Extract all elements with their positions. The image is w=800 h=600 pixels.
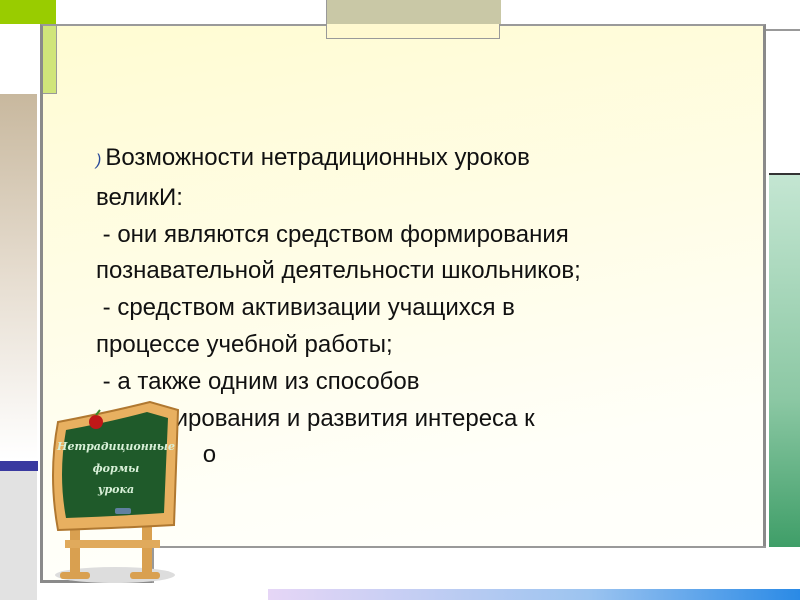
apple-icon	[89, 415, 103, 429]
top-khaki-strip	[326, 24, 500, 39]
board-text: Нетрадиционные	[56, 440, 175, 453]
bottom-gradient-bar	[268, 589, 800, 600]
right-green-bar	[769, 173, 800, 547]
text-line: процессе учебной работы;	[96, 330, 393, 358]
eraser-icon	[115, 508, 131, 514]
bullet-icon: )	[96, 152, 102, 169]
left-green-strip	[43, 26, 57, 94]
top-green-block	[0, 0, 56, 24]
text-line: ) Возможности нетрадиционных уроков	[96, 144, 530, 171]
board-text: формы	[93, 462, 140, 475]
top-khaki-block	[326, 0, 501, 24]
text-line: - они являются средством формирования	[96, 220, 569, 248]
bottom-inner-box	[152, 546, 766, 583]
text-line: - а также одним из способов	[96, 367, 420, 395]
slide-body-text: ) Возможности нетрадиционных уроков великИ…	[96, 140, 756, 474]
right-divider	[766, 29, 800, 31]
text-line: познавательной деятельности школьников;	[96, 257, 581, 285]
text-line: великИ:	[96, 183, 183, 211]
board-text: урока	[97, 483, 134, 496]
text-line: стимулирования и развития интереса к	[96, 404, 535, 432]
text-line: - средством активизации учащихся в	[96, 294, 515, 322]
text-line: о	[202, 441, 217, 469]
chalkboard-illustration: Нетрадиционные формы урока	[52, 400, 180, 583]
